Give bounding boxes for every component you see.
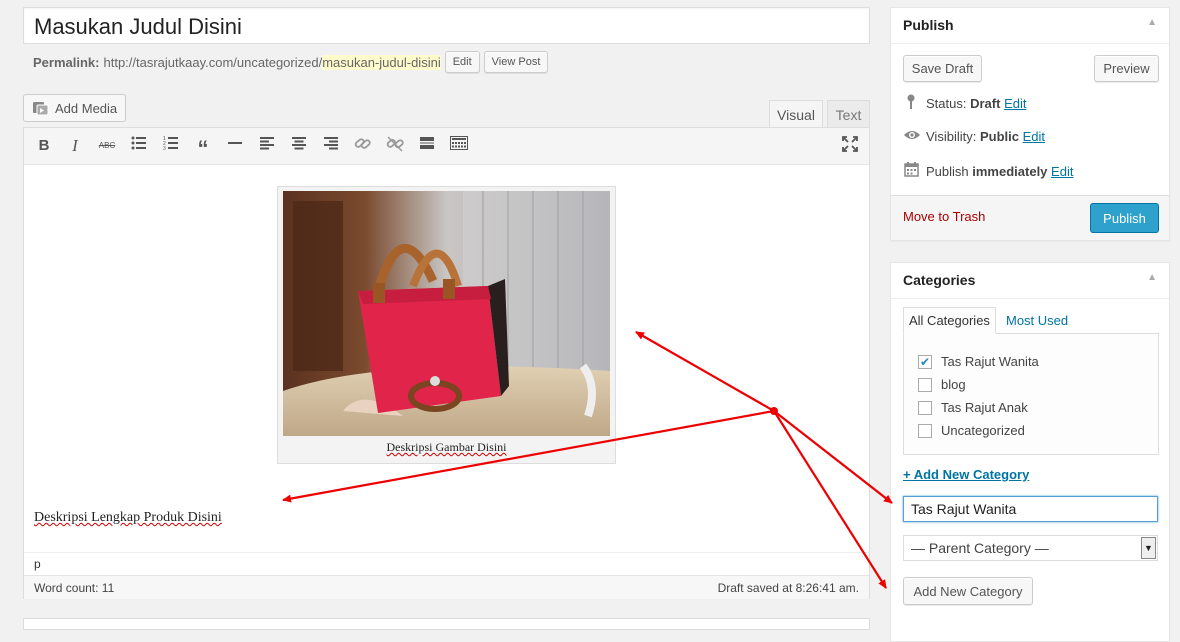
- edit-status-link[interactable]: Edit: [1004, 96, 1026, 111]
- italic-icon[interactable]: I: [65, 136, 85, 156]
- category-label: Uncategorized: [941, 423, 1025, 438]
- add-new-category-button[interactable]: Add New Category: [903, 577, 1033, 605]
- parent-category-value: — Parent Category —: [911, 540, 1049, 556]
- align-left-icon[interactable]: [257, 136, 277, 156]
- bold-icon[interactable]: B: [34, 136, 54, 156]
- category-checkbox[interactable]: [918, 377, 932, 392]
- chevron-down-icon[interactable]: ▼: [1141, 537, 1156, 559]
- publish-button[interactable]: Publish: [1090, 203, 1159, 233]
- tab-text[interactable]: Text: [827, 100, 870, 128]
- product-description[interactable]: Deskripsi Lengkap Produk Disini: [34, 510, 222, 526]
- strikethrough-icon[interactable]: ABC: [96, 136, 118, 156]
- publish-box-header[interactable]: Publish ▲: [891, 8, 1169, 44]
- edit-publish-time-link[interactable]: Edit: [1051, 164, 1073, 179]
- permalink-row: Permalink: http://tasrajutkaay.com/uncat…: [33, 50, 549, 74]
- categories-box: Categories ▲ All Categories Most Used ✔ …: [890, 262, 1170, 642]
- eye-icon: [903, 128, 920, 144]
- horizontal-rule-icon[interactable]: [225, 136, 245, 156]
- add-media-button[interactable]: Add Media: [23, 94, 127, 122]
- blockquote-icon[interactable]: “: [193, 136, 213, 161]
- tab-all-categories[interactable]: All Categories: [903, 307, 996, 334]
- category-item[interactable]: ✔ Tas Rajut Wanita: [918, 350, 1158, 373]
- tab-visual[interactable]: Visual: [769, 100, 823, 128]
- draft-saved-status: Draft saved at 8:26:41 am.: [717, 581, 859, 595]
- categories-box-title: Categories: [903, 272, 976, 288]
- media-icon: [33, 101, 49, 115]
- tab-most-used[interactable]: Most Used: [1001, 307, 1073, 334]
- category-checkbox[interactable]: [918, 400, 932, 415]
- remove-link-icon[interactable]: [385, 136, 405, 156]
- publish-time-value: immediately: [972, 163, 1048, 179]
- editor-toolbar: B I ABC 123 “: [24, 128, 869, 165]
- collapse-arrow-icon[interactable]: ▲: [1147, 17, 1157, 28]
- pin-icon: [903, 94, 919, 113]
- category-label: Tas Rajut Wanita: [941, 354, 1039, 369]
- image-figure[interactable]: Deskripsi Gambar Disini: [277, 186, 616, 464]
- visibility-label: Visibility:: [926, 128, 977, 144]
- align-right-icon[interactable]: [321, 136, 341, 156]
- visibility-row: Visibility: Public Edit: [903, 128, 1045, 144]
- parent-category-select[interactable]: — Parent Category — ▼: [903, 535, 1158, 561]
- view-post-button[interactable]: View Post: [483, 51, 549, 73]
- read-more-icon[interactable]: [417, 136, 437, 156]
- new-category-input[interactable]: Tas Rajut Wanita: [903, 496, 1158, 522]
- status-row: Status: Draft Edit: [903, 94, 1026, 113]
- product-photo[interactable]: [283, 191, 610, 436]
- toolbar-toggle-icon[interactable]: [449, 136, 469, 156]
- element-path: p: [24, 552, 869, 575]
- category-checkbox[interactable]: ✔: [918, 354, 932, 369]
- next-meta-box: [23, 618, 870, 630]
- category-item[interactable]: Tas Rajut Anak: [918, 396, 1158, 419]
- svg-text:3: 3: [163, 146, 166, 150]
- preview-button[interactable]: Preview: [1094, 55, 1159, 82]
- bullet-list-icon[interactable]: [129, 136, 149, 156]
- edit-visibility-link[interactable]: Edit: [1023, 129, 1045, 144]
- post-title-input[interactable]: Masukan Judul Disini: [23, 7, 870, 44]
- permalink-label: Permalink:: [33, 54, 100, 70]
- category-checkbox[interactable]: [918, 423, 932, 438]
- add-media-label: Add Media: [55, 100, 118, 116]
- publish-time-label: Publish: [926, 163, 969, 179]
- major-publishing-actions: Move to Trash Publish: [891, 195, 1169, 240]
- category-label: Tas Rajut Anak: [941, 400, 1028, 415]
- status-label: Status:: [926, 96, 967, 111]
- category-item[interactable]: blog: [918, 373, 1158, 396]
- move-to-trash-link[interactable]: Move to Trash: [903, 209, 985, 224]
- category-label: blog: [941, 377, 966, 392]
- word-count: Word count: 11: [34, 581, 115, 595]
- editor: B I ABC 123 “ Deskripsi Gambar Disini De…: [23, 127, 870, 599]
- save-draft-button[interactable]: Save Draft: [903, 55, 982, 82]
- status-value: Draft: [970, 96, 1001, 111]
- numbered-list-icon[interactable]: 123: [161, 136, 181, 156]
- permalink-slug[interactable]: masukan-judul-disini: [322, 54, 441, 70]
- editor-status-bar: Word count: 11 Draft saved at 8:26:41 am…: [24, 575, 869, 599]
- category-item[interactable]: Uncategorized: [918, 419, 1158, 442]
- visibility-value: Public: [979, 128, 1019, 144]
- align-center-icon[interactable]: [289, 136, 309, 156]
- add-new-category-link[interactable]: + Add New Category: [903, 467, 1029, 482]
- permalink-edit-button[interactable]: Edit: [444, 51, 480, 73]
- collapse-arrow-icon[interactable]: ▲: [1147, 272, 1157, 283]
- publish-box: Publish ▲ Save Draft Preview Status: Dra…: [890, 7, 1170, 241]
- category-checklist: ✔ Tas Rajut Wanita blog Tas Rajut Anak U…: [903, 333, 1159, 455]
- publish-time-row: Publish immediately Edit: [903, 162, 1073, 180]
- image-caption[interactable]: Deskripsi Gambar Disini: [278, 440, 615, 455]
- calendar-icon: [903, 162, 919, 180]
- publish-box-title: Publish: [903, 17, 954, 33]
- fullscreen-icon[interactable]: [840, 136, 860, 156]
- editor-content[interactable]: Deskripsi Gambar Disini Deskripsi Lengka…: [24, 165, 869, 552]
- permalink-base: http://tasrajutkaay.com/uncategorized/: [103, 54, 323, 70]
- insert-link-icon[interactable]: [353, 136, 373, 156]
- categories-box-header[interactable]: Categories ▲: [891, 263, 1169, 299]
